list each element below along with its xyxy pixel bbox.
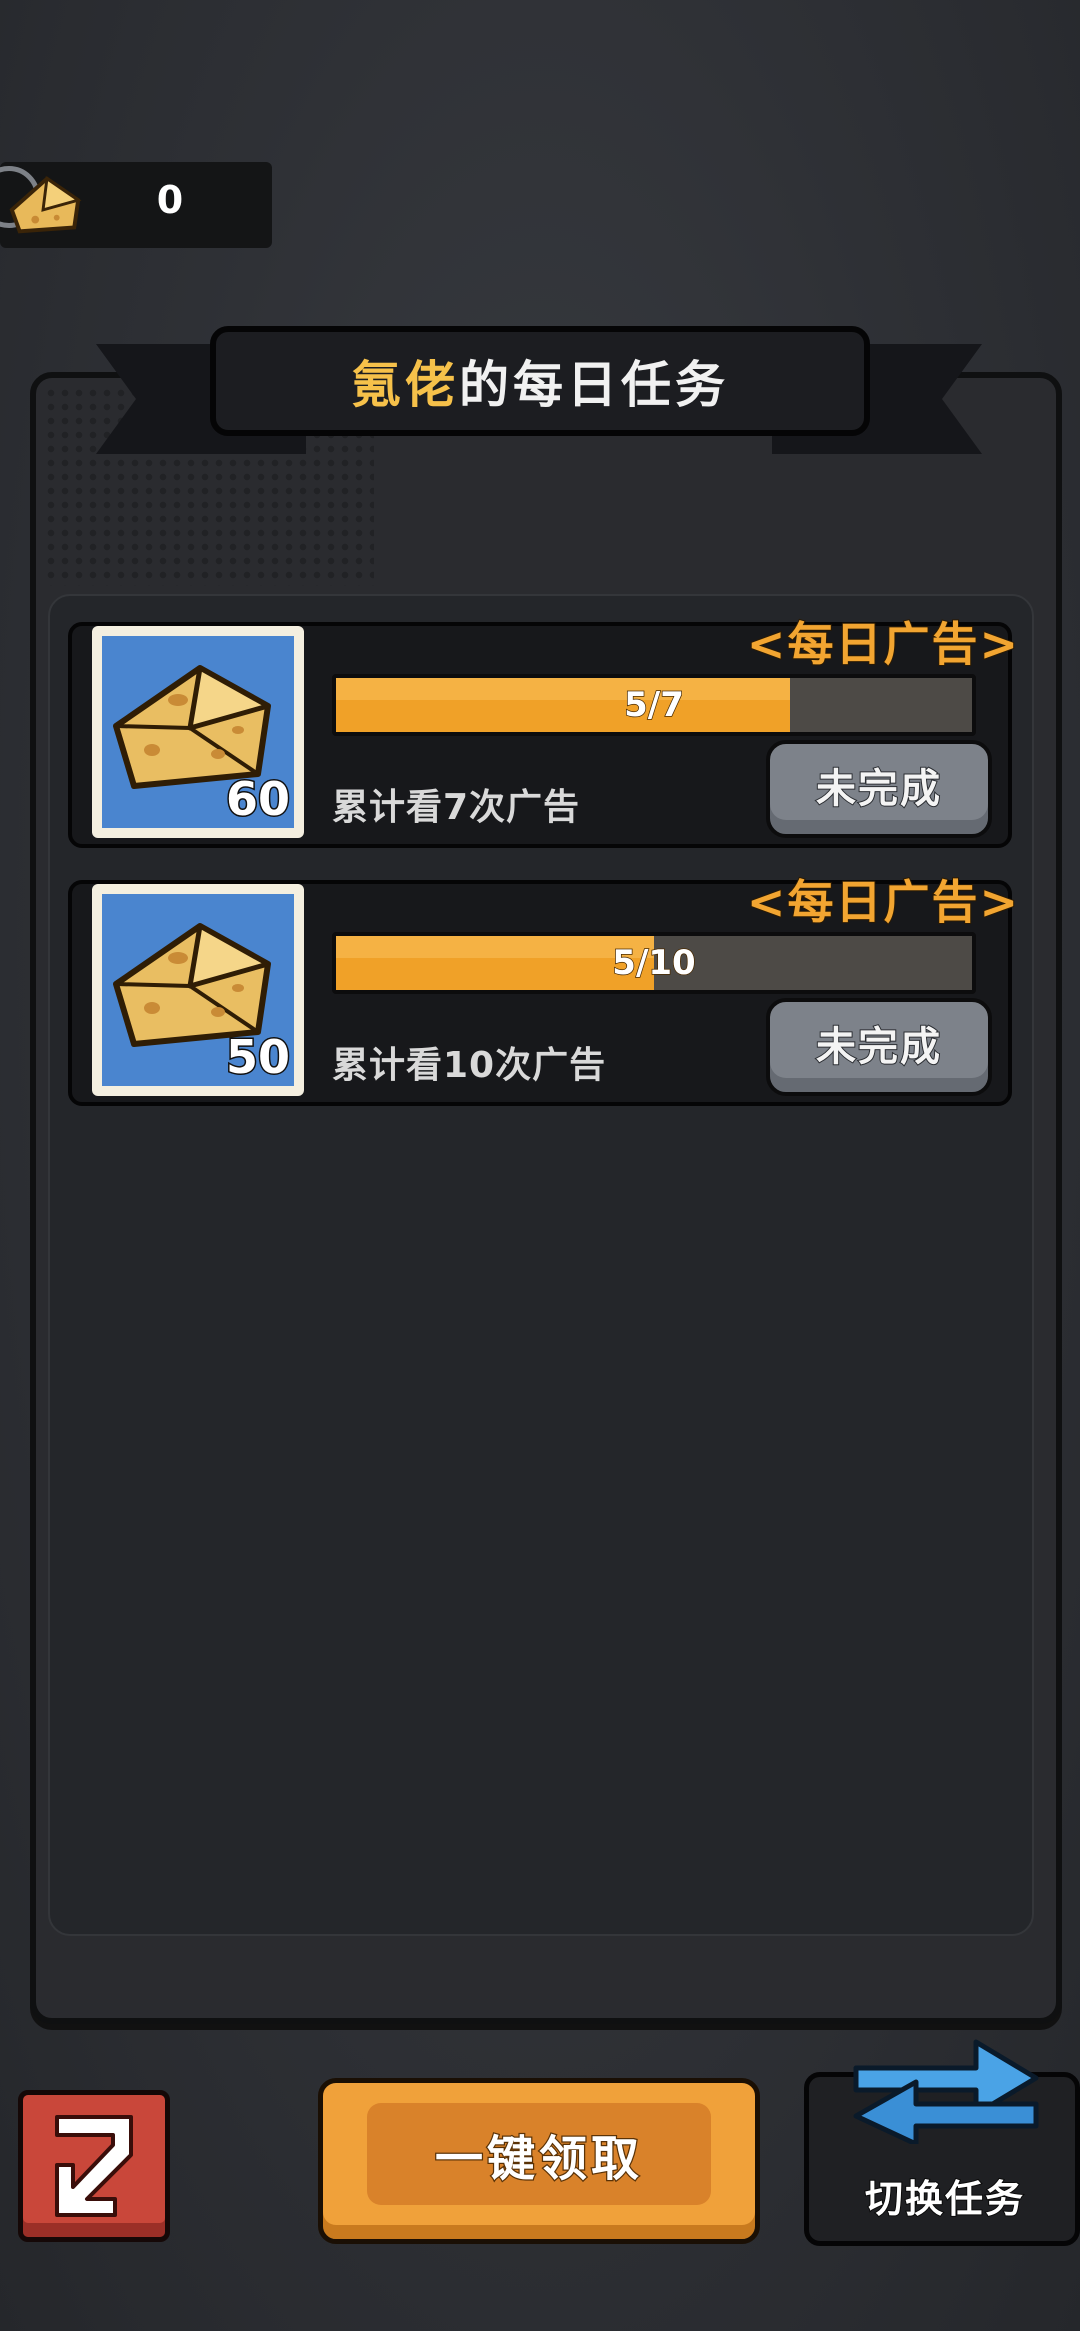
player-name: 氪佬 xyxy=(351,356,459,414)
task-status-label: 未完成 xyxy=(815,1023,942,1071)
task-tag: <每日广告> xyxy=(746,616,1020,672)
swap-arrows-icon xyxy=(853,2039,1039,2144)
progress-text: 5/7 xyxy=(623,684,684,726)
task-status-button[interactable]: 未完成 xyxy=(766,998,992,1096)
task-description: 累计看10次广告 xyxy=(332,1045,607,1086)
collect-all-button[interactable]: 一键领取 xyxy=(318,2078,760,2244)
task-status-label: 未完成 xyxy=(815,765,942,813)
task-status-button[interactable]: 未完成 xyxy=(766,740,992,838)
progress-bar: 5/7 xyxy=(332,674,976,736)
collect-all-label: 一键领取 xyxy=(434,2130,643,2189)
task-description: 累计看7次广告 xyxy=(332,787,581,828)
reward-amount: 60 xyxy=(224,771,291,828)
currency-value: 0 xyxy=(156,178,184,222)
progress-bar: 5/10 xyxy=(332,932,976,994)
title-suffix: 的每日任务 xyxy=(459,356,729,414)
cheese-icon xyxy=(9,176,82,234)
back-button[interactable] xyxy=(18,2090,170,2242)
back-arrow-icon xyxy=(55,2115,133,2217)
task-tag: <每日广告> xyxy=(746,874,1020,930)
page-title: 氪佬的每日任务 xyxy=(210,326,870,436)
reward-amount: 50 xyxy=(224,1029,291,1086)
reward-item: 50 xyxy=(92,884,304,1096)
switch-tasks-label: 切换任务 xyxy=(864,2176,1025,2222)
reward-item: 60 xyxy=(92,626,304,838)
progress-text: 5/10 xyxy=(612,942,697,984)
